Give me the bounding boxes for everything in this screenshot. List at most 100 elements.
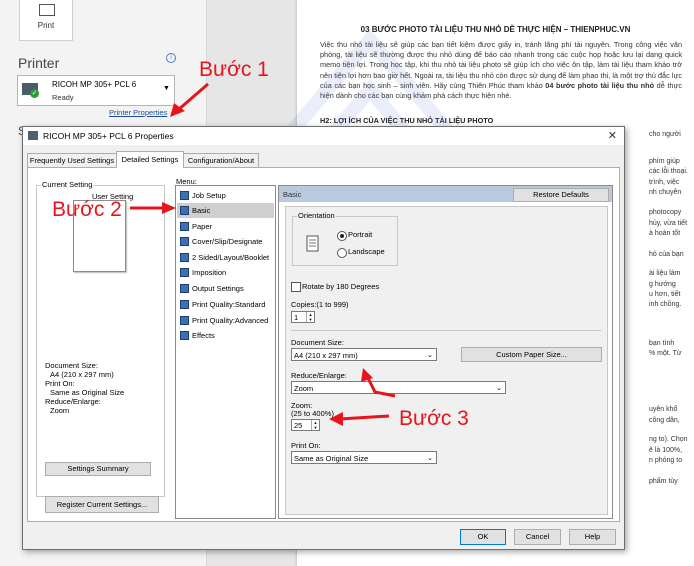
landscape-label: Landscape	[348, 247, 385, 256]
menu-item-paper[interactable]: Paper	[177, 219, 274, 234]
text-fragment: n phóng to	[649, 457, 683, 464]
text-fragment: uyên khổ	[649, 406, 678, 413]
close-icon[interactable]: ✕	[608, 129, 617, 142]
ok-button[interactable]: OK	[460, 529, 506, 545]
step3-arrows	[329, 368, 396, 426]
step1-arrow	[170, 82, 209, 117]
effects-icon	[180, 331, 189, 340]
text-fragment: à hoàn tốt	[649, 230, 681, 237]
text-fragment: cho người	[649, 131, 681, 138]
divider	[291, 330, 601, 331]
info-icon[interactable]: i	[166, 53, 176, 63]
cancel-button[interactable]: Cancel	[514, 529, 561, 545]
text-fragment: hủy, vừa tiết	[649, 220, 688, 227]
printer-selector[interactable]: ✓ RICOH MP 305+ PCL 6 Ready ▼	[17, 75, 175, 106]
text-fragment: hỏ của bạn	[649, 251, 684, 258]
custom-paper-size-button[interactable]: Custom Paper Size...	[461, 347, 602, 362]
portrait-page-icon	[306, 235, 319, 252]
panel-inner: Orientation Portrait Landscape Rotate by…	[285, 206, 608, 515]
cover-icon	[180, 237, 189, 246]
text-fragment: ài liệu làm	[649, 270, 681, 277]
ready-check-icon: ✓	[30, 89, 39, 98]
menu-item-output[interactable]: Output Settings	[177, 281, 274, 296]
landscape-radio[interactable]	[337, 248, 347, 258]
step2-arrow	[130, 202, 176, 214]
copies-stepper[interactable]: 1 ▲ ▼	[291, 311, 315, 323]
restore-defaults-button[interactable]: Restore Defaults	[513, 188, 609, 202]
menu-item-cover[interactable]: Cover/Slip/Designate	[177, 234, 274, 249]
document-size-select[interactable]: A4 (210 x 297 mm) ⌄	[291, 348, 437, 361]
text-fragment: công dân,	[649, 417, 680, 424]
rotate-label: Rotate by 180 Degrees	[302, 282, 380, 291]
document-size-label: Document Size:	[291, 338, 344, 347]
menu-item-job-setup[interactable]: Job Setup	[177, 188, 274, 203]
imposition-icon	[180, 268, 189, 277]
spin-arrows-icon[interactable]: ▲ ▼	[311, 420, 319, 430]
printer-properties-dialog: RICOH MP 305+ PCL 6 Properties ✕ Frequen…	[22, 126, 625, 550]
copies-label: Copies:(1 to 999)	[291, 300, 349, 309]
register-settings-button[interactable]: Register Current Settings...	[45, 496, 159, 513]
printer-status: Ready	[52, 93, 74, 102]
doc-size-value: A4 (210 x 297 mm)	[50, 370, 114, 379]
reduce-label: Reduce/Enlarge:	[45, 397, 101, 406]
reduce-enlarge-value: Zoom	[294, 384, 314, 393]
print-on-select[interactable]: Same as Original Size ⌄	[291, 451, 437, 464]
text-fragment: inh chồng.	[649, 301, 682, 308]
printer-heading: Printer	[18, 55, 60, 71]
menu-item-label: Basic	[192, 206, 211, 215]
menu-item-label: Job Setup	[192, 191, 226, 200]
printer-properties-link[interactable]: Printer Properties	[109, 108, 167, 117]
doc-size-label: Document Size:	[45, 361, 98, 370]
zoom-value: 25	[294, 421, 303, 430]
menu-item-label: Effects	[192, 331, 215, 340]
rotate-checkbox[interactable]	[291, 282, 301, 292]
printer-icon	[39, 4, 55, 16]
basic-icon	[180, 206, 189, 215]
menu-item-quality-standard[interactable]: Print Quality:Standard	[177, 297, 274, 312]
dialog-title: RICOH MP 305+ PCL 6 Properties	[43, 131, 174, 141]
chevron-down-icon: ⌄	[427, 352, 433, 359]
menu-list: Job Setup Basic Paper Cover/Slip/Designa…	[175, 185, 276, 519]
quality-icon	[180, 300, 189, 309]
menu-item-effects[interactable]: Effects	[177, 328, 274, 343]
print-button[interactable]: Print	[19, 0, 73, 41]
text-fragment: ng to). Chọn	[649, 436, 688, 443]
booklet-icon	[180, 253, 189, 262]
text-fragment: photocopy	[649, 209, 682, 216]
print-button-label: Print	[37, 21, 55, 30]
text-fragment: các lỗi thoại.	[649, 168, 688, 175]
copies-value: 1	[294, 313, 299, 322]
text-fragment: phẩm tùy	[649, 478, 678, 485]
basic-panel: Basic Restore Defaults Orientation Portr…	[278, 185, 613, 519]
menu-item-label: Imposition	[192, 268, 227, 277]
menu-item-quality-advanced[interactable]: Print Quality:Advanced	[177, 313, 274, 328]
help-button[interactable]: Help	[569, 529, 616, 545]
chevron-down-icon: ⌄	[427, 455, 433, 462]
menu-item-basic[interactable]: Basic	[177, 203, 274, 218]
spin-arrows-icon[interactable]: ▲ ▼	[306, 312, 314, 322]
text-fragment: ẽ là 100%,	[649, 447, 683, 454]
text-fragment: trình, việc	[649, 179, 680, 186]
settings-summary-button[interactable]: Settings Summary	[45, 462, 151, 476]
quality-icon	[180, 316, 189, 325]
menu-item-label: Cover/Slip/Designate	[192, 237, 263, 246]
portrait-radio[interactable]	[337, 231, 347, 241]
tab-frequently-used[interactable]: Frequently Used Settings	[27, 153, 117, 167]
menu-item-label: Print Quality:Advanced	[192, 316, 269, 325]
text-fragment: g hướng	[649, 281, 676, 288]
job-setup-icon	[180, 191, 189, 200]
menu-item-imposition[interactable]: Imposition	[177, 265, 274, 280]
menu-item-2sided[interactable]: 2 Sided/Layout/Booklet	[177, 250, 274, 265]
print-on-value: Same as Original Size	[294, 454, 369, 463]
tab-detailed-settings[interactable]: Detailed Settings	[116, 151, 184, 168]
print-on-value: Same as Original Size	[50, 388, 125, 397]
step3-annotation: Bước 3	[399, 407, 469, 430]
chevron-down-icon: ⌄	[496, 385, 502, 392]
print-on-label: Print On:	[291, 441, 321, 450]
text-fragment: u hơn, tiết	[649, 291, 681, 298]
print-on-label: Print On:	[45, 379, 75, 388]
document-size-value: A4 (210 x 297 mm)	[294, 351, 358, 360]
tab-configuration[interactable]: Configuration/About	[183, 153, 259, 167]
zoom-stepper[interactable]: 25 ▲ ▼	[291, 419, 320, 431]
reduce-value: Zoom	[50, 406, 70, 415]
